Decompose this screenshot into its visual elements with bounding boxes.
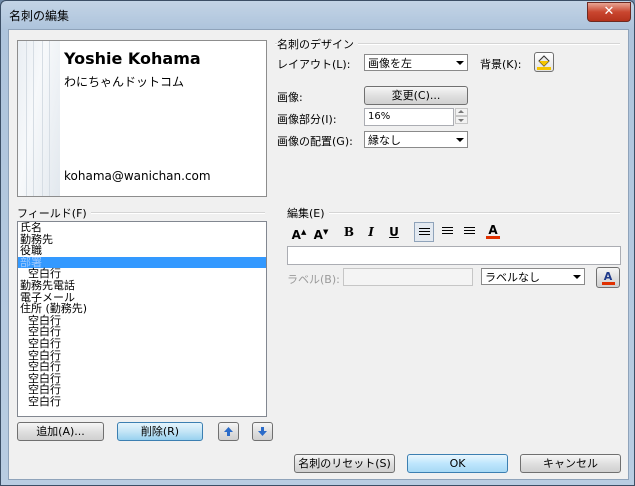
- fields-group-label: フィールド(F): [17, 205, 91, 221]
- window-title: 名刺の編集: [9, 9, 70, 23]
- delete-field-button[interactable]: 削除(R): [117, 422, 203, 441]
- cancel-button[interactable]: キャンセル: [520, 454, 621, 473]
- layout-select[interactable]: 画像を左: [364, 54, 468, 71]
- dialog-window: 名刺の編集 ✕ Yoshie Kohama わにちゃんドットコム kohama@…: [0, 0, 635, 486]
- align-left-button[interactable]: [414, 222, 434, 242]
- move-up-button[interactable]: [218, 422, 239, 441]
- field-list-item[interactable]: 住所 (勤務先): [18, 303, 266, 315]
- field-text-input[interactable]: [287, 246, 621, 265]
- grow-font-icon: A: [291, 228, 301, 242]
- bold-button[interactable]: B: [339, 222, 359, 242]
- grow-font-button[interactable]: A▲: [289, 222, 309, 242]
- design-group-label: 名刺のデザイン: [277, 36, 358, 52]
- arrow-down-icon: [258, 427, 267, 436]
- field-list-item[interactable]: 勤務先: [18, 234, 266, 246]
- align-center-icon: [441, 227, 453, 236]
- image-area-spinner[interactable]: [455, 108, 468, 126]
- italic-button[interactable]: I: [361, 222, 381, 242]
- paint-bucket-icon: [537, 55, 551, 70]
- spin-up-icon[interactable]: [455, 108, 468, 116]
- label-position-select[interactable]: ラベルなし: [481, 268, 585, 285]
- label-text-input[interactable]: [343, 268, 473, 286]
- paint-bucket-button[interactable]: [534, 52, 554, 72]
- image-area-label: 画像部分(I):: [277, 113, 337, 126]
- spin-down-icon[interactable]: [455, 116, 468, 124]
- field-list-item[interactable]: 役職: [18, 245, 266, 257]
- font-color-icon: A: [488, 223, 498, 237]
- image-area-input[interactable]: 16%: [364, 108, 454, 126]
- field-list-item[interactable]: 空白行: [18, 361, 266, 373]
- underline-button[interactable]: U: [384, 222, 404, 242]
- chevron-down-icon: [573, 275, 581, 279]
- background-label: 背景(K):: [480, 58, 522, 71]
- card-image: [18, 41, 60, 196]
- change-image-button[interactable]: 変更(C)...: [364, 86, 468, 105]
- close-button[interactable]: ✕: [587, 2, 631, 22]
- layout-label: レイアウト(L):: [277, 58, 351, 71]
- ok-button[interactable]: OK: [407, 454, 508, 473]
- align-right-button[interactable]: [459, 222, 479, 242]
- add-field-button[interactable]: 追加(A)...: [17, 422, 104, 441]
- card-email: kohama@wanichan.com: [64, 169, 211, 183]
- layout-select-value: 画像を左: [368, 57, 412, 70]
- field-list-item[interactable]: 空白行: [18, 396, 266, 408]
- move-down-button[interactable]: [252, 422, 273, 441]
- font-color-button[interactable]: A: [483, 220, 503, 240]
- align-center-button[interactable]: [437, 222, 457, 242]
- shrink-font-icon: A: [313, 228, 323, 242]
- font-color-bar: [486, 236, 500, 239]
- edit-group-label: 編集(E): [287, 205, 329, 221]
- shrink-font-button[interactable]: A▼: [311, 222, 331, 242]
- image-align-select[interactable]: 縁なし: [364, 131, 468, 148]
- field-list-item[interactable]: 勤務先電話: [18, 280, 266, 292]
- field-list-item[interactable]: 空白行: [18, 338, 266, 350]
- reset-card-button[interactable]: 名刺のリセット(S): [294, 454, 395, 473]
- arrow-up-icon: [224, 427, 233, 436]
- card-name: Yoshie Kohama: [64, 49, 201, 68]
- label-font-color-bar: [602, 282, 615, 285]
- chevron-down-icon: [456, 61, 464, 65]
- chevron-down-icon: [456, 138, 464, 142]
- image-align-label: 画像の配置(G):: [277, 135, 353, 148]
- align-left-icon: [418, 228, 430, 237]
- title-bar: 名刺の編集 ✕: [1, 1, 634, 29]
- field-list-item[interactable]: 氏名: [18, 222, 266, 234]
- card-company: わにちゃんドットコム: [64, 75, 185, 89]
- edit-group-line: [287, 212, 620, 214]
- image-label: 画像:: [277, 91, 303, 104]
- card-preview: Yoshie Kohama わにちゃんドットコム kohama@wanichan…: [17, 40, 267, 197]
- dialog-body: Yoshie Kohama わにちゃんドットコム kohama@wanichan…: [8, 29, 629, 480]
- field-list[interactable]: 氏名 勤務先 役職 部署 空白行 勤務先電話 電子メール 住所 (勤務先) 空白行 空白行 空白行空…: [17, 221, 267, 417]
- label-label: ラベル(B):: [287, 273, 340, 286]
- label-position-value: ラベルなし: [485, 271, 540, 284]
- align-right-icon: [463, 227, 475, 236]
- label-font-color-button[interactable]: A: [596, 267, 620, 288]
- image-align-select-value: 縁なし: [368, 134, 401, 147]
